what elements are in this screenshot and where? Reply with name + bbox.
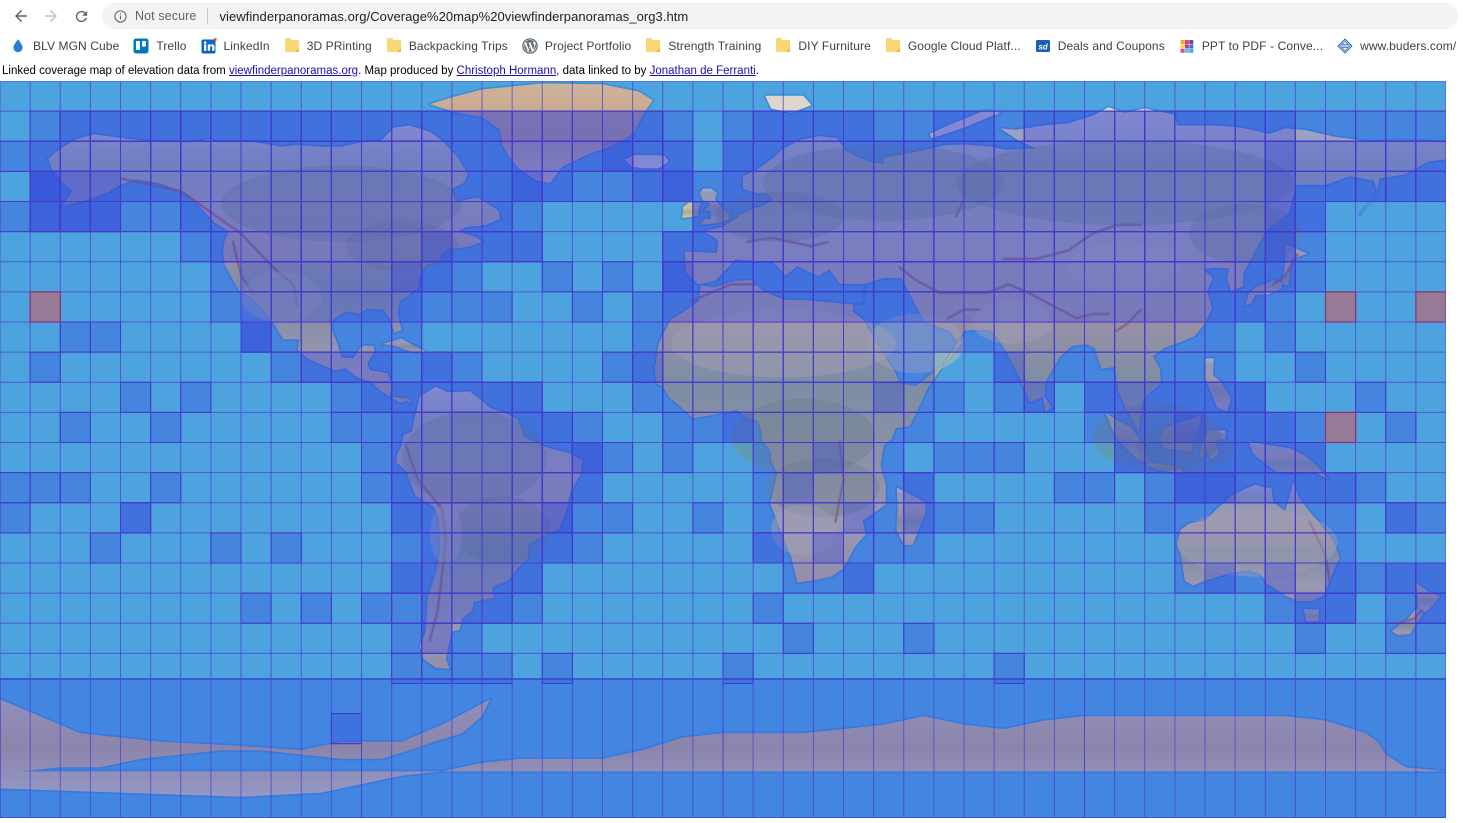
bookmark-item-strength-training[interactable]: Strength Training	[639, 35, 769, 57]
link-christoph-hormann[interactable]: Christoph Hormann	[457, 65, 557, 77]
bookmark-label: BLV MGN Cube	[33, 39, 120, 53]
svg-text:sd: sd	[1038, 42, 1048, 51]
bookmark-item-deals-and-coupons[interactable]: sd Deals and Coupons	[1029, 35, 1173, 57]
bookmark-item-diy-furniture[interactable]: DIY Furniture	[769, 35, 878, 57]
bookmark-label: LinkedIn	[223, 39, 270, 53]
world-elevation-coverage-map[interactable]	[0, 81, 1446, 818]
security-status-label: Not secure	[135, 9, 197, 23]
reload-icon	[75, 10, 87, 22]
bookmark-label: Strength Training	[668, 39, 762, 53]
caption-text-4: .	[755, 65, 759, 77]
back-arrow-icon	[15, 10, 27, 22]
link-jonathan-de-ferranti[interactable]: Jonathan de Ferranti	[650, 65, 756, 77]
folder-glyph	[646, 38, 661, 52]
color-grid-icon	[1179, 38, 1195, 54]
back-button[interactable]	[6, 2, 36, 30]
link-viewfinderpanoramas[interactable]: viewfinderpanoramas.org	[229, 65, 358, 77]
bookmark-label: www.buders.com/	[1360, 39, 1457, 53]
folder-glyph	[386, 38, 401, 52]
folder-icon	[386, 38, 402, 54]
diamond-doc-icon	[1337, 38, 1353, 54]
caption-text-2: . Map produced by	[358, 65, 457, 77]
bookmark-label: PPT to PDF - Conve...	[1201, 39, 1324, 53]
map-caption: Linked coverage map of elevation data fr…	[0, 60, 1464, 81]
bookmarks-bar[interactable]: BLV MGN Cube Trello LinkedIn 3D PRinting Bac…	[0, 32, 1464, 60]
bookmark-item-project-portfolio[interactable]: Project Portfolio	[516, 35, 639, 57]
folder-glyph	[284, 38, 299, 52]
folder-glyph	[776, 38, 791, 52]
linkedin-icon	[201, 38, 217, 54]
bookmark-item-www-buders-com[interactable]: www.buders.com/	[1331, 35, 1464, 57]
bookmark-item-ppt-to-pdf-conve[interactable]: PPT to PDF - Conve...	[1173, 35, 1331, 57]
folder-icon	[645, 38, 661, 54]
folder-glyph	[885, 38, 900, 52]
address-bar[interactable]: Not secure viewfinderpanoramas.org/Cover…	[102, 3, 1458, 29]
water-drop-icon	[10, 38, 26, 54]
bookmark-item-google-cloud-platf[interactable]: Google Cloud Platf...	[879, 35, 1029, 57]
caption-text-3: , data linked to by	[556, 65, 650, 77]
bookmark-item-trello[interactable]: Trello	[127, 35, 194, 57]
bookmark-label: 3D PRinting	[306, 39, 372, 53]
bookmark-label: Trello	[156, 39, 187, 53]
url-text[interactable]: viewfinderpanoramas.org/Coverage%20map%2…	[219, 9, 688, 24]
bookmark-label: Deals and Coupons	[1057, 39, 1165, 53]
reload-button[interactable]	[66, 2, 96, 30]
bookmark-item-linkedin[interactable]: LinkedIn	[195, 35, 278, 57]
omnibox-divider	[207, 8, 209, 24]
bookmark-item-3d-printing[interactable]: 3D PRinting	[278, 35, 380, 57]
bookmark-label: Google Cloud Platf...	[907, 39, 1021, 53]
bookmark-label: Project Portfolio	[544, 39, 632, 53]
forward-button[interactable]	[36, 2, 66, 30]
forward-arrow-icon	[45, 10, 57, 22]
wordpress-icon	[522, 38, 538, 54]
browser-toolbar: Not secure viewfinderpanoramas.org/Cover…	[0, 0, 1464, 32]
bookmark-item-backpacking-trips[interactable]: Backpacking Trips	[380, 35, 516, 57]
info-circle-icon	[114, 9, 127, 23]
folder-icon	[284, 38, 300, 54]
graticule-grid-layer	[0, 81, 1446, 818]
browser-chrome: Not secure viewfinderpanoramas.org/Cover…	[0, 0, 1464, 60]
page-content: Linked coverage map of elevation data fr…	[0, 60, 1464, 818]
bookmark-label: DIY Furniture	[798, 39, 871, 53]
security-status-chip[interactable]: Not secure	[113, 9, 196, 24]
bookmark-label: Backpacking Trips	[408, 39, 508, 53]
caption-text-1: Linked coverage map of elevation data fr…	[2, 65, 229, 77]
bookmark-item-blv-mgn-cube[interactable]: BLV MGN Cube	[4, 35, 127, 57]
trello-icon	[133, 38, 149, 54]
sd-badge-icon: sd	[1035, 38, 1051, 54]
folder-icon	[775, 38, 791, 54]
folder-icon	[885, 38, 901, 54]
